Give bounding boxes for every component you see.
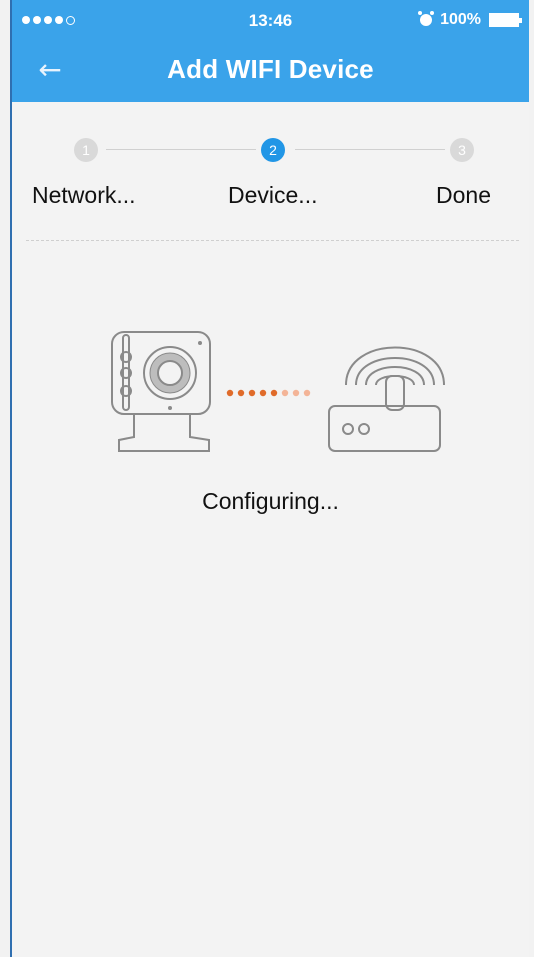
step-line-1 <box>106 149 256 150</box>
battery-percent: 100% <box>440 11 481 28</box>
status-bar: 13:46 100% <box>12 0 529 40</box>
step-line-2 <box>295 149 445 150</box>
dashed-divider <box>26 240 519 241</box>
stepper: 1 2 3 Network... Device... Done <box>12 130 529 240</box>
pairing-illustration <box>12 315 529 475</box>
phone-frame: 13:46 100% ← Add WIFI Device 1 2 3 Netwo… <box>10 0 529 957</box>
status-right: 100% <box>418 11 522 29</box>
step-3-circle: 3 <box>450 138 474 162</box>
camera-icon <box>111 331 211 452</box>
configuring-status: Configuring... <box>202 488 339 514</box>
progress-dots-icon <box>226 389 311 397</box>
step-1-label: Network... <box>32 182 136 208</box>
step-2-label: Device... <box>228 182 318 208</box>
pairing-illustration-svg <box>111 331 445 452</box>
alarm-icon <box>418 11 435 26</box>
nav-bar: ← Add WIFI Device <box>12 40 529 102</box>
step-1-circle: 1 <box>74 138 98 162</box>
page-title: Add WIFI Device <box>167 54 374 84</box>
step-3-label: Done <box>436 182 491 208</box>
step-2-circle: 2 <box>261 138 285 162</box>
battery-icon <box>489 13 522 27</box>
router-icon <box>328 346 445 452</box>
top-bar: 13:46 100% ← Add WIFI Device <box>12 0 529 102</box>
